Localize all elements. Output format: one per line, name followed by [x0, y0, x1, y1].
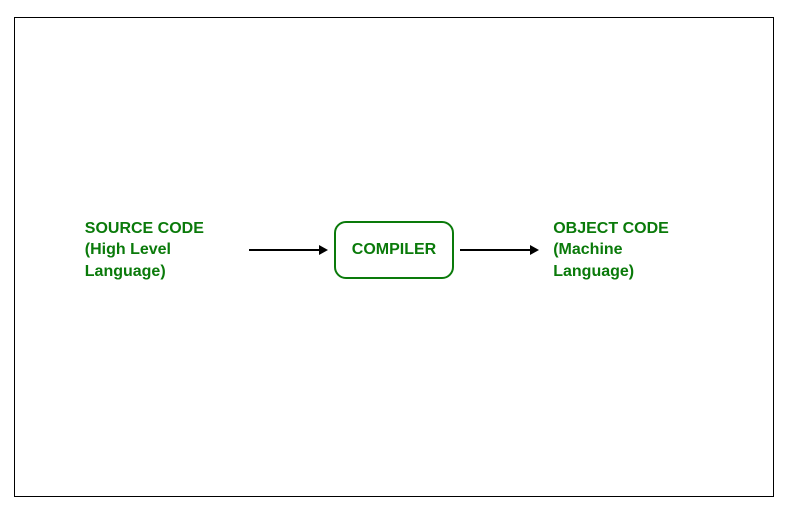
source-code-line2: (High Level	[85, 241, 171, 258]
object-code-node: OBJECT CODE (Machine Language)	[553, 218, 703, 283]
arrow-line-icon	[249, 249, 319, 251]
compiler-label: COMPILER	[352, 241, 436, 258]
source-code-line3: Language)	[85, 263, 166, 280]
arrow-line-icon	[460, 249, 530, 251]
arrow-source-to-compiler	[249, 245, 328, 255]
arrow-head-icon	[530, 245, 539, 255]
diagram-row: SOURCE CODE (High Level Language) COMPIL…	[15, 218, 773, 283]
object-code-line2: (Machine	[553, 241, 622, 258]
source-code-line1: SOURCE CODE	[85, 220, 204, 237]
object-code-line1: OBJECT CODE	[553, 220, 669, 237]
source-code-node: SOURCE CODE (High Level Language)	[85, 218, 235, 283]
diagram-frame: SOURCE CODE (High Level Language) COMPIL…	[14, 17, 774, 497]
object-code-line3: Language)	[553, 263, 634, 280]
arrow-head-icon	[319, 245, 328, 255]
compiler-node: COMPILER	[334, 221, 454, 279]
arrow-compiler-to-object	[460, 245, 539, 255]
